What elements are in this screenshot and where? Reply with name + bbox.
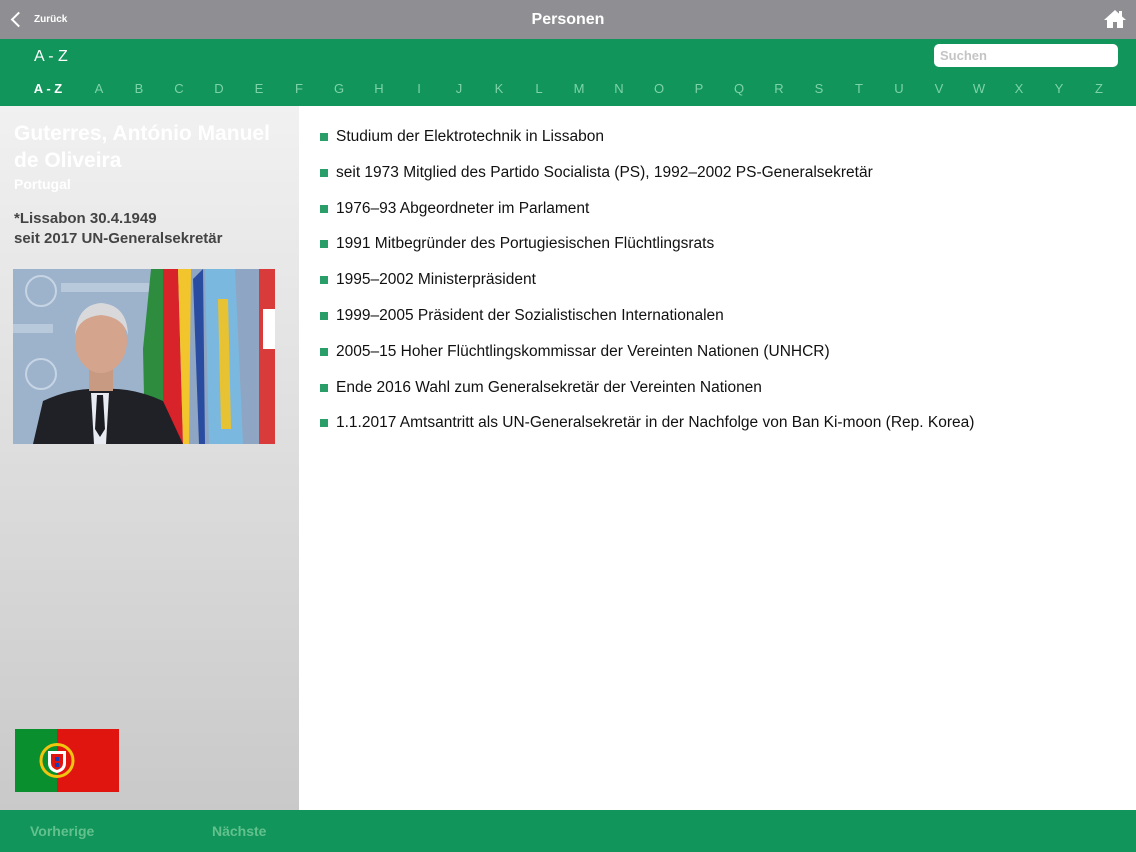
letter-tab-m[interactable]: M [574,81,585,96]
filter-heading: A - Z [34,48,68,65]
letter-tab-d[interactable]: D [214,81,223,96]
person-birth-info: *Lissabon 30.4.1949 seit 2017 UN-General… [14,209,222,249]
letter-tab-r[interactable]: R [774,81,783,96]
biography-item: Studium der Elektrotechnik in Lissabon [320,127,974,163]
bullet-square-icon [320,347,328,356]
biography-item: 1999–2005 Präsident der Sozialistischen … [320,306,974,342]
letter-tab-h[interactable]: H [374,81,383,96]
biography-item-text: 2005–15 Hoher Flüchtlingskommissar der V… [336,342,830,360]
country-flag [15,729,119,792]
letter-tab-c[interactable]: C [174,81,183,96]
letter-tab-e[interactable]: E [255,81,264,96]
biography-item-text: 1.1.2017 Amtsantritt als UN-Generalsekre… [336,414,975,432]
person-role: seit 2017 UN-Generalsekretär [14,230,223,247]
letter-tab-all[interactable]: A - Z [34,81,62,96]
letter-tab-s[interactable]: S [815,81,824,96]
biography-item-text: 1991 Mitbegründer des Portugiesischen Fl… [336,235,715,253]
biography-item: Ende 2016 Wahl zum Generalsekretär der V… [320,378,974,414]
letter-tab-j[interactable]: J [456,81,463,96]
person-birth: *Lissabon 30.4.1949 [14,210,157,227]
biography-panel: Studium der Elektrotechnik in Lissabon se… [299,106,1136,810]
letter-tab-q[interactable]: Q [734,81,744,96]
letter-tab-k[interactable]: K [495,81,504,96]
biography-list: Studium der Elektrotechnik in Lissabon se… [320,127,974,449]
footer-bar: Vorherige Nächste [0,810,1136,852]
biography-item-text: seit 1973 Mitglied des Partido Socialist… [336,163,873,181]
bullet-square-icon [320,168,328,177]
letter-tab-t[interactable]: T [855,81,863,96]
person-name: Guterres, António Manuel de Oliveira [14,122,270,172]
letter-tab-w[interactable]: W [973,81,985,96]
letter-tab-a[interactable]: A [95,81,104,96]
biography-item-text: 1995–2002 Ministerpräsident [336,271,536,289]
biography-item: 2005–15 Hoher Flüchtlingskommissar der V… [320,342,974,378]
biography-item: seit 1973 Mitglied des Partido Socialist… [320,163,974,199]
letter-tab-f[interactable]: F [295,81,303,96]
letter-tab-g[interactable]: G [334,81,344,96]
bullet-square-icon [320,419,328,428]
letter-tab-y[interactable]: Y [1055,81,1064,96]
home-icon [1104,10,1126,28]
letter-tab-u[interactable]: U [894,81,903,96]
letter-tab-p[interactable]: P [695,81,704,96]
letter-tab-n[interactable]: N [614,81,623,96]
bullet-square-icon [320,276,328,285]
person-sidebar: Guterres, António Manuel de Oliveira Por… [0,106,299,810]
home-button[interactable] [1104,9,1126,29]
bullet-square-icon [320,383,328,392]
letter-tab-v[interactable]: V [935,81,944,96]
bullet-square-icon [320,204,328,213]
next-button[interactable]: Nächste [212,823,266,839]
navigation-bar: Zurück Personen [0,0,1136,39]
biography-item-text: Ende 2016 Wahl zum Generalsekretär der V… [336,378,762,396]
biography-item-text: 1999–2005 Präsident der Sozialistischen … [336,306,724,324]
bullet-square-icon [320,133,328,141]
filter-bar: A - Z A - Z A B C D E F G H I J K L M N O P Q R S T U V W X Y Z [0,39,1136,106]
letter-tab-x[interactable]: X [1015,81,1024,96]
alphabet-index: A - ZABCDEFGHIJKLMNOPQRSTUVWXYZ [0,81,1136,99]
letter-tab-i[interactable]: I [417,81,421,96]
biography-item-text: 1976–93 Abgeordneter im Parlament [336,199,590,217]
bullet-square-icon [320,240,328,249]
biography-item: 1991 Mitbegründer des Portugiesischen Fl… [320,234,974,270]
person-country: Portugal [14,176,71,192]
letter-tab-o[interactable]: O [654,81,664,96]
biography-item: 1976–93 Abgeordneter im Parlament [320,199,974,235]
search-input[interactable] [934,44,1118,67]
letter-tab-b[interactable]: B [135,81,144,96]
bullet-square-icon [320,311,328,320]
previous-button[interactable]: Vorherige [30,823,94,839]
biography-item: 1.1.2017 Amtsantritt als UN-Generalsekre… [320,413,974,449]
biography-item: 1995–2002 Ministerpräsident [320,270,974,306]
person-photo [13,269,275,444]
page-title: Personen [531,11,605,28]
letter-tab-z[interactable]: Z [1095,81,1103,96]
letter-tab-l[interactable]: L [535,81,542,96]
biography-item-text: Studium der Elektrotechnik in Lissabon [336,128,604,145]
